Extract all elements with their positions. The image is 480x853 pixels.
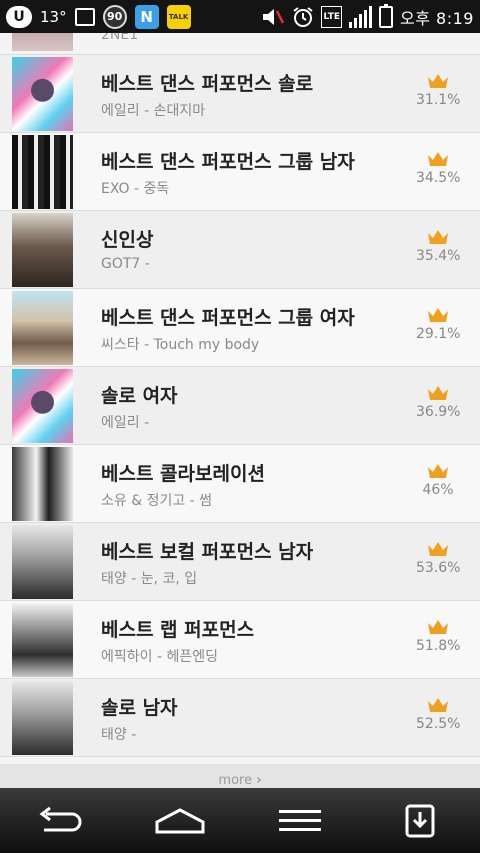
album-thumbnail <box>12 135 73 209</box>
album-thumbnail <box>12 369 73 443</box>
list-item[interactable]: 신인상 GOT7 - 35.4% <box>0 211 480 289</box>
item-subtitle: 에픽하이 - 헤픈엔딩 <box>101 649 218 665</box>
item-subtitle: 태양 - <box>101 727 137 743</box>
more-button[interactable]: more › <box>0 764 480 788</box>
uplus-icon: U <box>6 5 32 28</box>
vote-percent: 52.5% <box>416 716 461 732</box>
list-item[interactable]: 베스트 콜라보레이션 소유 & 정기고 - 썸 46% <box>0 445 480 523</box>
crown-icon <box>428 698 448 712</box>
vote-percent: 34.5% <box>416 170 461 186</box>
list-item[interactable]: 베스트 댄스 퍼포먼스 그룹 남자 EXO - 중독 34.5% <box>0 133 480 211</box>
vote-percent: 46% <box>422 482 454 498</box>
item-subtitle: 에일리 - <box>101 415 150 431</box>
item-title: 베스트 댄스 퍼포먼스 그룹 남자 <box>101 151 355 173</box>
item-title: 솔로 남자 <box>101 697 178 719</box>
item-title: 베스트 콜라보레이션 <box>101 463 265 485</box>
vote-percent: 36.9% <box>416 404 461 420</box>
item-title: 베스트 랩 퍼포먼스 <box>101 619 255 641</box>
album-thumbnail <box>12 213 73 287</box>
notification-badge-icon: 90 <box>102 4 127 29</box>
list-item[interactable]: 2NE1 <box>0 33 480 55</box>
crown-icon <box>428 230 448 244</box>
image-icon <box>74 7 95 26</box>
item-subtitle: GOT7 - <box>101 256 150 272</box>
list-item[interactable]: 베스트 보컬 퍼포먼스 남자 태양 - 눈, 코, 입 53.6% <box>0 523 480 601</box>
battery-icon <box>379 3 394 28</box>
lte-icon: LTE <box>321 5 343 28</box>
item-title: 베스트 보컬 퍼포먼스 남자 <box>101 541 314 563</box>
album-thumbnail <box>12 525 73 599</box>
item-subtitle: 소유 & 정기고 - 썸 <box>101 493 213 509</box>
item-title: 베스트 댄스 퍼포먼스 그룹 여자 <box>101 307 355 329</box>
item-subtitle: 씨스타 - Touch my body <box>101 337 260 353</box>
list-item[interactable]: 솔로 여자 에일리 - 36.9% <box>0 367 480 445</box>
temperature-text: 13° <box>40 7 67 26</box>
list-item[interactable]: 베스트 댄스 퍼포먼스 그룹 여자 씨스타 - Touch my body 29… <box>0 289 480 367</box>
album-thumbnail <box>12 57 73 131</box>
item-title: 베스트 댄스 퍼포먼스 솔로 <box>101 73 314 95</box>
album-thumbnail <box>12 603 73 677</box>
award-list: 2NE1 베스트 댄스 퍼포먼스 솔로 에일리 - 손대지마 31.1% 베스트… <box>0 33 480 764</box>
list-item[interactable]: 베스트 댄스 퍼포먼스 솔로 에일리 - 손대지마 31.1% <box>0 55 480 133</box>
clock: 오후 8:19 <box>400 8 474 28</box>
vote-percent: 35.4% <box>416 248 461 264</box>
naver-icon: N <box>134 4 159 29</box>
list-item[interactable]: 솔로 남자 태양 - 52.5% <box>0 679 480 757</box>
menu-button[interactable] <box>270 796 330 846</box>
home-icon <box>155 807 205 833</box>
vote-percent: 53.6% <box>416 560 461 576</box>
item-subtitle: 에일리 - 손대지마 <box>101 103 206 119</box>
crown-icon <box>428 308 448 322</box>
navigation-bar <box>0 788 480 853</box>
menu-icon <box>279 809 321 831</box>
kakaotalk-icon: TALK <box>166 4 191 29</box>
album-thumbnail <box>12 33 73 51</box>
signal-icon <box>349 5 373 28</box>
item-title: 솔로 여자 <box>101 385 178 407</box>
download-box-icon <box>405 804 435 837</box>
item-title: 신인상 <box>101 229 154 251</box>
vote-percent: 29.1% <box>416 326 461 342</box>
status-bar: U 13° 90 N TALK LTE 오후 8:19 <box>0 0 480 33</box>
more-label: more <box>218 773 253 788</box>
item-subtitle: 2NE1 <box>101 33 139 43</box>
alarm-icon <box>292 6 314 28</box>
vote-percent: 51.8% <box>416 638 461 654</box>
crown-icon <box>428 542 448 556</box>
crown-icon <box>428 386 448 400</box>
vote-percent: 31.1% <box>416 92 461 108</box>
home-button[interactable] <box>150 796 210 846</box>
back-button[interactable] <box>30 796 90 846</box>
list-item[interactable]: 베스트 랩 퍼포먼스 에픽하이 - 헤픈엔딩 51.8% <box>0 601 480 679</box>
download-button[interactable] <box>390 796 450 846</box>
mute-icon <box>261 6 285 28</box>
album-thumbnail <box>12 681 73 755</box>
crown-icon <box>428 620 448 634</box>
crown-icon <box>428 152 448 166</box>
crown-icon <box>428 74 448 88</box>
album-thumbnail <box>12 447 73 521</box>
chevron-right-icon: › <box>256 773 262 788</box>
back-icon <box>39 806 82 831</box>
item-subtitle: EXO - 중독 <box>101 181 170 197</box>
album-thumbnail <box>12 291 73 365</box>
item-subtitle: 태양 - 눈, 코, 입 <box>101 571 198 587</box>
crown-icon <box>428 464 448 478</box>
